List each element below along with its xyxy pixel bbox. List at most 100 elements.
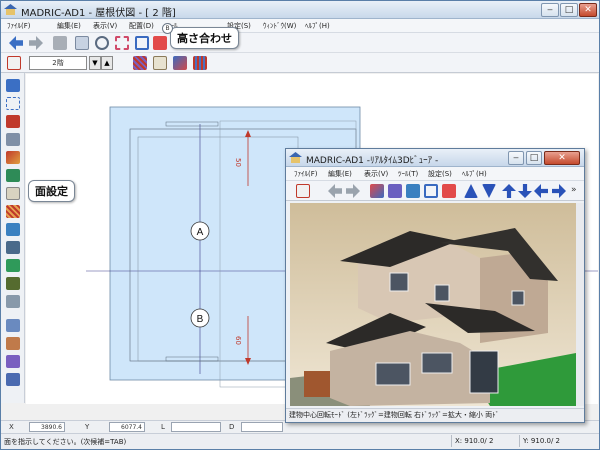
x-value-field[interactable]: 3890.6 — [29, 422, 65, 432]
height-align-callout-label: 高さ合わせ — [177, 32, 232, 45]
viewer-menu-settings[interactable]: 設定(S) — [428, 169, 452, 179]
face-setting-icon[interactable] — [6, 187, 20, 200]
roof-tool-icon[interactable] — [6, 151, 20, 164]
status-x-readout: X: 910.0/ 2 — [451, 435, 517, 447]
viewer-undo-icon[interactable] — [328, 184, 342, 198]
front-door — [469, 350, 499, 394]
stair-tool-icon[interactable] — [6, 319, 20, 332]
eraser-icon[interactable] — [53, 36, 67, 50]
lower-window-left — [375, 362, 411, 386]
viewer-arrow-down-icon[interactable] — [518, 184, 532, 198]
d-label: D — [229, 423, 235, 431]
menu-window[interactable]: ｳｨﾝﾄﾞｳ(W) — [263, 21, 296, 31]
maximize-button[interactable]: □ — [560, 3, 578, 17]
viewer-menu-file[interactable]: ﾌｧｲﾙ(F) — [294, 169, 318, 179]
zoom-window-icon[interactable] — [135, 36, 149, 50]
viewer-house-icon — [289, 152, 302, 163]
grid-tool-icon[interactable] — [6, 97, 20, 110]
app-house-icon — [4, 4, 17, 15]
menu-bar: ﾌｧｲﾙ(F) 編集(E) 表示(V) 配置(D) ﾂｰﾙ 設定(S) ｳｨﾝﾄ… — [1, 19, 599, 33]
floor-up-button[interactable]: ▲ — [101, 56, 113, 70]
hatch-tool-icon[interactable] — [6, 205, 20, 218]
viewer-rotate-icon[interactable] — [370, 184, 384, 198]
viewer-exit-icon[interactable] — [296, 184, 310, 198]
realtime-3d-viewer: MADRIC-AD1 -ﾘｱﾙﾀｲﾑ3Dﾋﾞｭｰｱ - ‒ □ ✕ ﾌｧｲﾙ(F… — [285, 148, 585, 423]
measure-tool-icon[interactable] — [6, 337, 20, 350]
view-3d-icon[interactable] — [6, 373, 20, 386]
viewer-menu-tool[interactable]: ﾂｰﾙ(T) — [398, 169, 418, 179]
zoom-fit-icon[interactable] — [115, 36, 129, 50]
viewer-menu-view[interactable]: 表示(V) — [364, 169, 388, 179]
select-tool-icon[interactable] — [6, 79, 20, 92]
floor-select[interactable]: 2階 — [29, 56, 87, 70]
zoom-icon[interactable] — [95, 36, 109, 50]
upper-window-mid — [434, 284, 450, 302]
status-y-readout: Y: 910.0/ 2 — [519, 435, 597, 447]
room-tool-icon[interactable] — [6, 133, 20, 146]
viewer-toolbar: » — [286, 181, 584, 201]
viewer-title-bar: MADRIC-AD1 -ﾘｱﾙﾀｲﾑ3Dﾋﾞｭｰｱ - ‒ □ ✕ — [286, 149, 584, 167]
viewer-frame-icon[interactable] — [442, 184, 456, 198]
viewer-title: MADRIC-AD1 -ﾘｱﾙﾀｲﾑ3Dﾋﾞｭｰｱ - — [306, 156, 439, 166]
menu-place[interactable]: 配置(D) — [129, 21, 154, 31]
viewer-menu-bar: ﾌｧｲﾙ(F) 編集(E) 表示(V) ﾂｰﾙ(T) 設定(S) ﾍﾙﾌﾟ(H) — [286, 167, 584, 181]
tree-tool-icon[interactable] — [6, 259, 20, 272]
face-setting-callout-label: 面設定 — [35, 185, 68, 198]
viewer-scrollbar[interactable] — [576, 203, 584, 406]
left-toolbar — [1, 73, 25, 403]
roof-edit-icon[interactable] — [173, 56, 187, 70]
viewer-arrow-right-icon[interactable] — [552, 184, 566, 198]
menu-edit[interactable]: 編集(E) — [57, 21, 81, 31]
viewer-maximize-button[interactable]: □ — [526, 151, 542, 165]
red-square-icon[interactable] — [153, 36, 167, 50]
viewer-3d-scene[interactable] — [290, 203, 576, 406]
door-tool-icon[interactable] — [6, 295, 20, 308]
x-label: X — [9, 423, 14, 431]
terrain-tool-icon[interactable] — [6, 277, 20, 290]
status-message: 面を指示してください。(次候補=TAB) — [4, 438, 127, 446]
viewer-up-triangle-icon[interactable] — [464, 184, 478, 198]
callout-marker-b: B — [162, 23, 173, 34]
minimize-button[interactable]: ‒ — [541, 3, 559, 17]
point-a-label: A — [197, 227, 204, 238]
viewer-pan-icon[interactable] — [406, 184, 420, 198]
roof-hatch-icon[interactable] — [133, 56, 147, 70]
gable-tool-icon[interactable] — [6, 241, 20, 254]
viewer-arrow-left-icon[interactable] — [534, 184, 548, 198]
wall-tool-icon[interactable] — [6, 115, 20, 128]
text-tool-icon[interactable] — [6, 355, 20, 368]
face-tool-icon[interactable] — [6, 169, 20, 182]
viewer-status-bar: 建物中心回転ﾓｰﾄﾞ (左ﾄﾞﾗｯｸﾞ=建物回転 右ﾄﾞﾗｯｸﾞ=拡大・縮小 両… — [286, 408, 584, 422]
exit-icon[interactable] — [7, 56, 21, 70]
viewer-menu-edit[interactable]: 編集(E) — [328, 169, 352, 179]
menu-file[interactable]: ﾌｧｲﾙ(F) — [7, 21, 31, 31]
d-value-field[interactable] — [241, 422, 283, 432]
point-b-label: B — [197, 314, 204, 325]
dimension-label-top: 50 — [234, 158, 242, 167]
close-button[interactable]: ✕ — [579, 3, 597, 17]
menu-help[interactable]: ﾍﾙﾌﾟ(H) — [305, 21, 330, 31]
l-value-field[interactable] — [171, 422, 221, 432]
print-icon[interactable] — [75, 36, 89, 50]
floor-dropdown-button[interactable]: ▼ — [89, 56, 101, 70]
house-render — [290, 203, 576, 406]
l-label: L — [161, 423, 165, 431]
redo-icon[interactable] — [29, 36, 43, 50]
y-value-field[interactable]: 6077.4 — [109, 422, 145, 432]
roof-face-icon[interactable] — [193, 56, 207, 70]
undo-icon[interactable] — [9, 36, 23, 50]
dormer-tool-icon[interactable] — [6, 223, 20, 236]
viewer-toolbar-more[interactable]: » — [571, 185, 577, 195]
upper-window-left — [389, 272, 409, 292]
height-align-callout: 高さ合わせ — [170, 27, 239, 49]
viewer-close-button[interactable]: ✕ — [544, 151, 580, 165]
menu-view[interactable]: 表示(V) — [93, 21, 117, 31]
viewer-menu-help[interactable]: ﾍﾙﾌﾟ(H) — [462, 169, 487, 179]
height-align-icon[interactable] — [153, 56, 167, 70]
viewer-walk-icon[interactable] — [388, 184, 402, 198]
viewer-arrow-up-icon[interactable] — [502, 184, 516, 198]
viewer-zoom-icon[interactable] — [424, 184, 438, 198]
viewer-down-triangle-icon[interactable] — [482, 184, 496, 198]
viewer-minimize-button[interactable]: ‒ — [508, 151, 524, 165]
viewer-redo-icon[interactable] — [346, 184, 360, 198]
